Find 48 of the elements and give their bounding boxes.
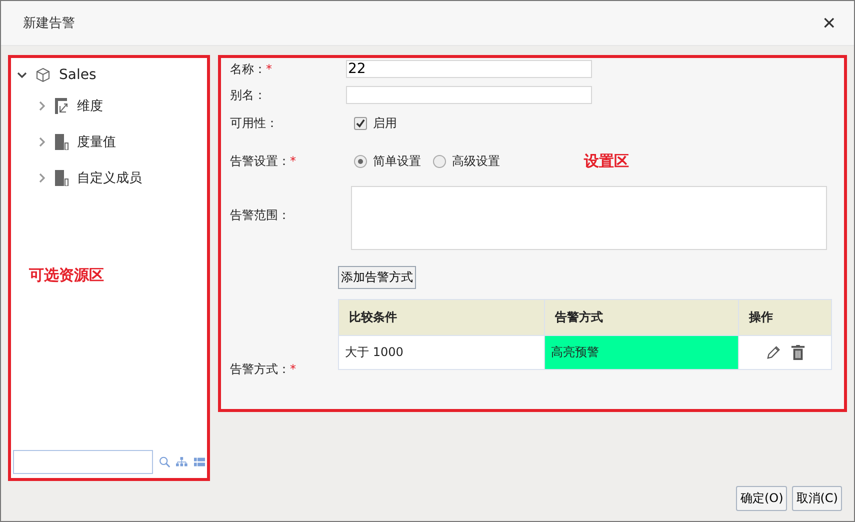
radio-label: 简单设置	[373, 152, 421, 170]
hierarchy-icon[interactable]	[176, 455, 188, 469]
radio-button[interactable]	[433, 154, 446, 168]
chevron-icon	[37, 137, 47, 147]
field-label: 告警范围：	[230, 206, 291, 224]
required-mark: *	[290, 154, 296, 168]
chevron-icon	[37, 101, 47, 111]
edit-icon[interactable]	[766, 345, 780, 360]
column-header: 告警方式	[544, 300, 738, 336]
alias-field[interactable]	[346, 86, 592, 104]
table-cell: 大于 1000	[338, 336, 544, 370]
column-header: 操作	[738, 300, 832, 336]
measure-icon	[55, 170, 69, 186]
tree-item[interactable]: 自定义成员	[17, 160, 207, 196]
field-label: 可用性：	[230, 114, 279, 132]
close-button[interactable]: ✕	[818, 12, 840, 34]
field-label: 告警方式：	[230, 362, 290, 376]
field-label: 别名：	[230, 88, 266, 102]
search-field[interactable]	[13, 450, 153, 474]
tree-item[interactable]: 维度	[17, 88, 207, 124]
column-header: 比较条件	[338, 300, 544, 336]
checkbox-label: 启用	[373, 114, 397, 132]
list-icon[interactable]	[194, 456, 205, 468]
dialog-button[interactable]: 确定(O)	[736, 486, 788, 511]
scope-field[interactable]	[351, 186, 827, 250]
field-label: 告警设置：	[230, 154, 290, 168]
dimension-icon	[55, 98, 69, 114]
radio-button[interactable]	[354, 154, 367, 168]
radio-label: 高级设置	[452, 152, 500, 170]
checkbox[interactable]	[354, 116, 367, 130]
annotation-label: 设置区	[584, 152, 629, 170]
delete-icon[interactable]	[790, 345, 804, 360]
required-mark: *	[290, 362, 296, 376]
dialog-button[interactable]: 取消(C)	[792, 486, 842, 511]
window-title: 新建告警	[23, 15, 75, 32]
tree-item[interactable]: 度量值	[17, 124, 207, 160]
chevron-icon	[17, 70, 27, 80]
field-label: 名称：	[230, 62, 266, 76]
measure-icon	[55, 134, 69, 150]
add-method-button[interactable]: 添加告警方式	[338, 266, 416, 289]
table-cell: 高亮预警	[544, 336, 738, 370]
name-field[interactable]: 22	[346, 60, 592, 78]
annotation-label: 可选资源区	[29, 266, 105, 285]
search-icon[interactable]	[159, 454, 170, 470]
chevron-icon	[37, 173, 47, 183]
tree-item[interactable]: Sales	[17, 62, 207, 88]
required-mark: *	[266, 62, 272, 76]
cube-icon	[35, 67, 51, 83]
